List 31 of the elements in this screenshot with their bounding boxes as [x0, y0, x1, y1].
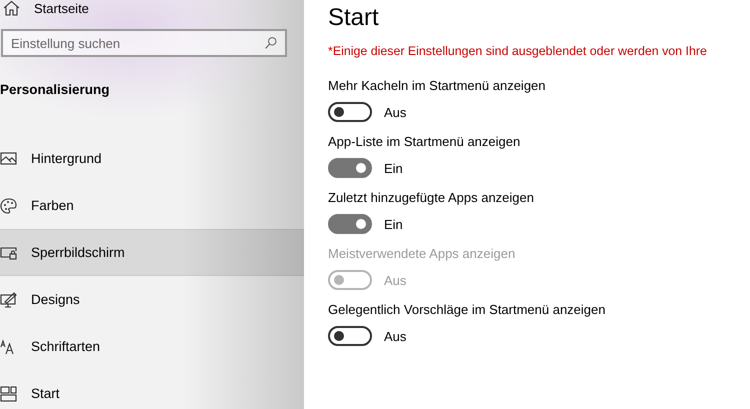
nav-item[interactable]: Farben	[0, 182, 304, 229]
setting-label: Zuletzt hinzugefügte Apps anzeigen	[328, 190, 535, 205]
toggle-state: Aus	[384, 104, 406, 120]
nav-item[interactable]: Designs	[0, 276, 304, 323]
home-link[interactable]: Startseite	[0, 0, 304, 17]
toggle-state: Aus	[384, 272, 406, 288]
tiles-icon	[0, 385, 17, 402]
section-title: Personalisierung	[0, 82, 111, 97]
setting-label: Gelegentlich Vorschläge im Startmenü anzeigen	[328, 302, 606, 317]
picture-icon	[0, 150, 17, 167]
search-field[interactable]: Einstellung suchen	[1, 29, 287, 57]
search-icon	[264, 36, 278, 50]
toggle-switch[interactable]	[328, 102, 372, 122]
toggle-state: Ein	[384, 216, 403, 232]
toggle-state: Ein	[384, 160, 403, 176]
house-icon	[3, 0, 20, 17]
toggle-switch[interactable]	[328, 326, 372, 346]
nav-item[interactable]: Hintergrund	[0, 135, 304, 182]
page-title: Start	[328, 4, 380, 32]
toggle-switch[interactable]	[328, 158, 372, 178]
monitor-pen-icon	[0, 291, 17, 308]
setting-label: Mehr Kacheln im Startmenü anzeigen	[328, 78, 547, 93]
nav-item[interactable]: Sperrbildschirm	[0, 229, 304, 276]
setting-label: App-Liste im Startmenü anzeigen	[328, 134, 522, 149]
setting-label: Meistverwendete Apps anzeigen	[328, 246, 516, 261]
nav-item[interactable]: Start	[0, 370, 304, 409]
nav-item[interactable]: Schriftarten	[0, 323, 304, 370]
warning-text: *Einige dieser Einstellungen sind ausgeblendet oder werden von Ihre	[328, 44, 708, 58]
toggle-switch[interactable]	[328, 214, 372, 234]
palette-icon	[0, 197, 17, 214]
toggle-state: Aus	[384, 328, 406, 344]
